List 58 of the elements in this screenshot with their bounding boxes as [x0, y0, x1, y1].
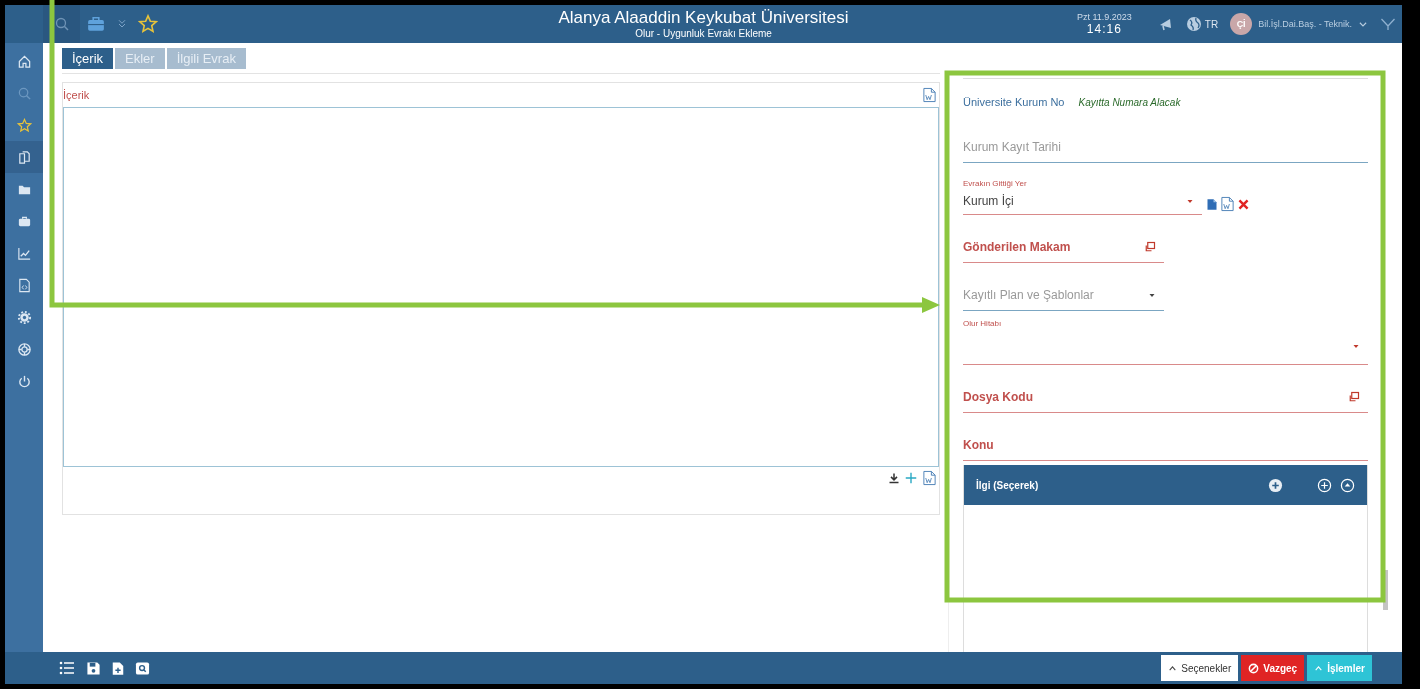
list-icon[interactable] [58, 660, 76, 676]
add-circle-outline-icon[interactable] [1317, 477, 1332, 493]
app-title: Alanya Alaaddin Keykubat Üniversitesi [558, 8, 849, 28]
avatar: Çİ [1230, 13, 1253, 35]
editor-label: İçerik [63, 89, 90, 101]
lifebuoy-icon [16, 341, 32, 357]
add-circle-icon[interactable] [1268, 477, 1283, 493]
new-file-icon[interactable] [111, 660, 125, 676]
chevron-down-icon [1358, 19, 1368, 29]
sidebar-item[interactable] [5, 141, 43, 173]
chart-icon [16, 245, 32, 261]
date-text: Pzt 11.9.2023 [1076, 12, 1132, 22]
copy-icon [1348, 390, 1360, 403]
code-file-icon [16, 277, 32, 293]
tab[interactable]: İçerik [62, 48, 114, 69]
save-icon[interactable] [86, 660, 101, 676]
field-label: Üniversite Kurum No [963, 96, 1065, 108]
close-icon[interactable] [1237, 197, 1250, 211]
globe-icon [1185, 16, 1202, 32]
select-field[interactable]: Evrakın Gittiği Yer Kurum İçi [963, 179, 1202, 215]
caret-up-icon [1314, 663, 1324, 673]
word-file-icon[interactable] [922, 87, 937, 103]
caret-icon [1352, 342, 1360, 350]
word-file-icon[interactable] [1220, 196, 1235, 212]
document-icon[interactable] [1206, 196, 1218, 212]
documents-icon [16, 149, 32, 165]
user-menu[interactable]: Çİ Bil.İşl.Dai.Baş. - Teknik. [1230, 13, 1368, 35]
options-button[interactable]: Seçenekler [1161, 655, 1239, 681]
input-field[interactable]: Kayıtlı Plan ve Şablonlar [963, 279, 1164, 311]
input-field[interactable]: Gönderilen Makam [963, 231, 1164, 263]
star-icon [16, 117, 32, 133]
select-field[interactable]: Olur Hitabı [963, 319, 1368, 365]
cancel-button[interactable]: Vazgeç [1241, 655, 1305, 681]
logo-icon [1380, 16, 1396, 32]
home-icon [16, 53, 32, 69]
preview-icon[interactable] [135, 660, 150, 676]
language-selector[interactable]: TR [1185, 16, 1219, 32]
briefcase-icon[interactable] [86, 15, 106, 33]
input-field[interactable]: Kurum Kayıt Tarihi [963, 131, 1368, 163]
search-icon[interactable] [53, 16, 70, 32]
scrollbar[interactable] [1383, 570, 1388, 610]
panel-title: İlgi (Seçerek) [976, 479, 1039, 491]
word-file-icon[interactable] [922, 470, 937, 486]
star-icon[interactable] [138, 14, 158, 34]
page-subtitle: Olur - Uygunluk Evrakı Ekleme [635, 28, 772, 40]
ban-icon [1248, 662, 1260, 674]
search-icon [16, 85, 32, 101]
input-field[interactable]: Dosya Kodu [963, 381, 1368, 413]
settings-icon [16, 309, 32, 325]
caret-icon [1186, 197, 1194, 205]
input-field[interactable]: Konu [963, 429, 1368, 461]
download-icon[interactable] [888, 471, 900, 485]
caret-up-icon [1168, 663, 1178, 673]
arrow-up-circle-icon[interactable] [1340, 477, 1355, 493]
field-value: Kayıtta Numara Alacak [1078, 96, 1181, 108]
power-icon [16, 373, 32, 389]
time-text: 14:16 [1085, 22, 1123, 36]
copy-icon [1144, 240, 1156, 253]
